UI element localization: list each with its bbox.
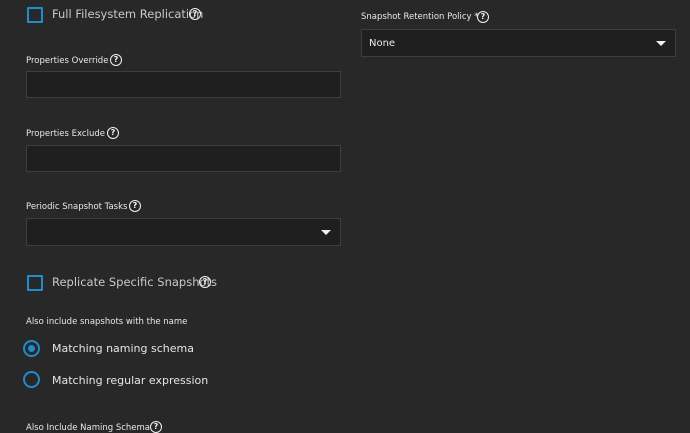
matching-naming-schema-label: Matching naming schema xyxy=(52,342,194,355)
properties-exclude-label: Properties Exclude xyxy=(26,129,105,139)
properties-exclude-input[interactable] xyxy=(26,145,341,172)
matching-naming-schema-radio[interactable] xyxy=(23,340,40,357)
radio-selected-dot xyxy=(28,345,35,352)
properties-override-label: Properties Override xyxy=(26,56,109,66)
also-include-naming-schema-label: Also Include Naming Schema xyxy=(26,423,151,433)
properties-exclude-help-icon[interactable]: ? xyxy=(107,127,119,139)
replicate-specific-snapshots-help-icon[interactable]: ? xyxy=(199,276,211,288)
snapshot-retention-policy-help-icon[interactable]: ? xyxy=(477,11,489,23)
replicate-specific-snapshots-checkbox[interactable] xyxy=(27,275,43,291)
periodic-snapshot-tasks-select[interactable] xyxy=(26,218,341,246)
caret-down-icon xyxy=(656,41,666,46)
periodic-snapshot-tasks-label: Periodic Snapshot Tasks xyxy=(26,202,128,212)
replicate-specific-snapshots-label: Replicate Specific Snapshots xyxy=(52,275,218,289)
also-include-snapshots-label: Also include snapshots with the name xyxy=(26,317,188,327)
properties-override-help-icon[interactable]: ? xyxy=(110,54,122,66)
properties-override-input[interactable] xyxy=(26,71,341,98)
snapshot-retention-policy-label: Snapshot Retention Policy * xyxy=(361,12,479,22)
full-filesystem-replication-label: Full Filesystem Replication xyxy=(52,7,204,21)
snapshot-retention-policy-value: None xyxy=(369,38,396,49)
matching-regular-expression-label: Matching regular expression xyxy=(52,374,209,387)
snapshot-retention-policy-select[interactable]: None xyxy=(361,29,676,57)
full-filesystem-replication-help-icon[interactable]: ? xyxy=(189,8,201,20)
periodic-snapshot-tasks-help-icon[interactable]: ? xyxy=(129,200,141,212)
also-include-naming-schema-help-icon[interactable]: ? xyxy=(150,421,162,433)
caret-down-icon xyxy=(321,230,331,235)
matching-regular-expression-radio[interactable] xyxy=(23,371,40,388)
full-filesystem-replication-checkbox[interactable] xyxy=(27,7,43,23)
